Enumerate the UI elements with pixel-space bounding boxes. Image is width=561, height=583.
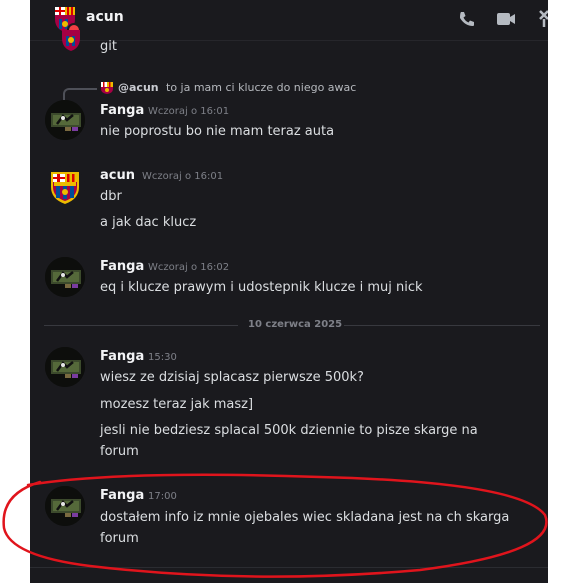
message-timestamp: Wczoraj o 16:02 xyxy=(148,262,230,273)
date-divider-line xyxy=(344,325,540,326)
message-timestamp: Wczoraj o 16:01 xyxy=(148,106,230,117)
reply-avatar xyxy=(100,80,114,94)
avatar-acun[interactable] xyxy=(45,166,85,206)
avatar-partial[interactable] xyxy=(60,30,82,52)
message-timestamp: Wczoraj o 16:01 xyxy=(142,171,224,182)
channel-header: acun xyxy=(30,0,548,41)
date-divider: 10 czerwca 2025 xyxy=(248,319,343,330)
message-text: wiesz ze dzisiaj splacasz pierwsze 500k? xyxy=(100,370,364,385)
fanga-avatar-image xyxy=(45,486,85,526)
fanga-avatar-image xyxy=(45,347,85,387)
message-text: nie poprostu bo nie mam teraz auta xyxy=(100,124,335,139)
avatar-fanga[interactable] xyxy=(45,486,85,526)
reply-preview[interactable]: to ja mam ci klucze do niego awac xyxy=(166,81,356,94)
message-text: forum xyxy=(100,444,139,459)
reply-connector xyxy=(63,88,97,100)
message-text: jesli nie bedziesz splacal 500k dziennie… xyxy=(100,423,478,438)
video-icon[interactable] xyxy=(495,9,517,33)
reply-author[interactable]: @acun xyxy=(118,81,159,94)
barca-crest-icon xyxy=(62,30,80,51)
composer-separator xyxy=(30,567,548,568)
message-text: dbr xyxy=(100,189,122,204)
phone-icon[interactable] xyxy=(457,9,477,33)
pin-icon[interactable] xyxy=(536,9,548,33)
message-text: git xyxy=(100,39,117,54)
message-timestamp: 17:00 xyxy=(148,491,177,502)
message-text: eq i klucze prawym i udostepnik klucze i… xyxy=(100,280,423,295)
message-text: forum xyxy=(100,531,139,546)
message-author[interactable]: Fanga xyxy=(100,349,144,364)
message-text: a jak dac klucz xyxy=(100,215,197,230)
message-author[interactable]: acun xyxy=(100,168,135,183)
message-author[interactable]: Fanga xyxy=(100,103,144,118)
message-timestamp: 15:30 xyxy=(148,352,177,363)
message-text: mozesz teraz jak masz] xyxy=(100,397,254,412)
avatar-fanga[interactable] xyxy=(45,257,85,297)
header-avatar[interactable] xyxy=(52,5,81,37)
message-author[interactable]: Fanga xyxy=(100,259,144,274)
message-author[interactable]: Fanga xyxy=(100,488,144,503)
barca-crest-icon xyxy=(45,166,85,206)
barca-crest-icon xyxy=(101,82,113,94)
chat-panel: acun git @acun to ja mam ci klucze do ni xyxy=(30,0,548,583)
date-divider-line xyxy=(44,325,238,326)
fanga-avatar-image xyxy=(45,257,85,297)
message-text: dostałem info iz mnie ojebales wiec skla… xyxy=(100,510,510,525)
channel-title: acun xyxy=(86,9,124,25)
avatar-fanga[interactable] xyxy=(45,100,85,140)
avatar-fanga[interactable] xyxy=(45,347,85,387)
fanga-avatar-image xyxy=(45,100,85,140)
